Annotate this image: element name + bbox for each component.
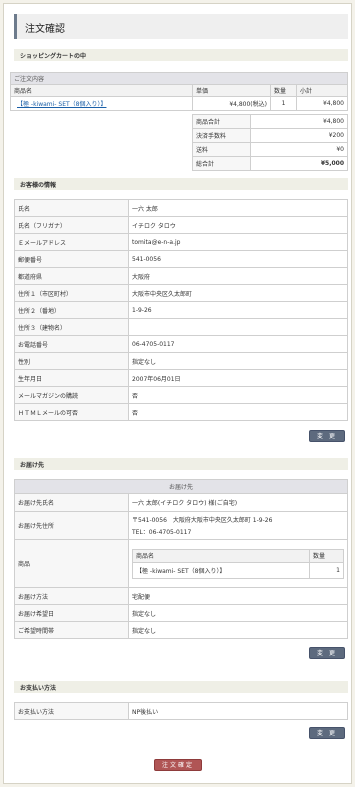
delivery-goods-label: 商品 [14,539,129,588]
customer-label: 住所２（番地） [14,301,129,319]
grand-total-label: 総合計 [192,156,251,171]
payment-section-title: お支払い方法 [20,685,57,692]
cart-item-price: ¥4,800(税込) [192,96,271,111]
customer-table: 氏名 一六 太郎 氏名（フリガナ） イチロク タロウ Ｅメールアドレス tomita@… [14,199,348,421]
customer-value: 否 [128,403,348,421]
total-shipping-label: 送料 [192,142,251,157]
customer-label: ＨＴＭＬメールの可否 [14,403,129,421]
goods-header-qty: 数量 [309,548,344,563]
customer-label: 住所１（市区町村） [14,284,129,302]
customer-label: 郵便番号 [14,250,129,268]
customer-label: 生年月日 [14,369,129,387]
page-container: 注文確認 ショッピングカートの中 ご注文内容 商品名 単価 数量 小計 【極 -… [3,3,352,784]
customer-section-header: お客様の情報 [14,178,348,190]
customer-value: イチロク タロウ [128,216,348,234]
cart-caption: ご注文内容 [10,72,348,85]
total-fee-label: 決済手数料 [192,128,251,143]
delivery-section-title: お届け先 [20,462,45,469]
delivery-date-value: 指定なし [128,604,348,622]
cart-section-title: ショッピングカートの中 [20,53,87,60]
payment-value: NP後払い [128,702,348,720]
page-title-bar: 注文確認 [14,14,348,39]
cart-header-qty: 数量 [270,84,297,97]
cart-header-subtotal: 小計 [296,84,348,97]
customer-value: 541-0056 [128,250,348,268]
goods-item-name: 【極 -kiwami- SET（8個入り）】 [132,561,310,579]
grand-total-value: ¥5,000 [250,156,348,171]
cart-header-price: 単価 [192,84,271,97]
customer-label: Ｅメールアドレス [14,233,129,251]
customer-value: tomita@e-n-a.jp [128,233,348,251]
customer-label: 都道府県 [14,267,129,285]
total-goods-value: ¥4,800 [250,114,348,129]
customer-value: 大阪府 [128,267,348,285]
goods-item-row: 【極 -kiwami- SET（8個入り）】 1 [132,561,344,579]
goods-item-qty: 1 [309,561,344,579]
payment-change-button[interactable]: 変 更 [309,727,345,739]
delivery-address-label: お届け先住所 [14,511,129,540]
total-goods-label: 商品合計 [192,114,251,129]
customer-label: 氏名 [14,199,129,217]
customer-section-title: お客様の情報 [20,182,57,189]
cart-header-name: 商品名 [10,84,193,97]
cart-item-subtotal: ¥4,800 [296,96,348,111]
delivery-method-value: 宅配便 [128,587,348,605]
delivery-method-label: お届け方法 [14,587,129,605]
delivery-address-line1: 〒541-0056 大阪府大阪市中央区久太郎町 1-9-26 [132,517,273,524]
total-fee-value: ¥200 [250,128,348,143]
customer-label: メールマガジンの購読 [14,386,129,404]
customer-value: 指定なし [128,352,348,370]
cart-item-row: 【極 -kiwami- SET（8個入り）】 ¥4,800(税込) 1 ¥4,8… [10,96,348,111]
customer-label: 氏名（フリガナ） [14,216,129,234]
customer-value: 2007年06月01日 [128,369,348,387]
delivery-table: お届け先 お届け先氏名 一六 太郎(イチロク タロウ) 様(ご自宅) お届け先住… [14,479,348,639]
delivery-goods-table: 商品名 数量 【極 -kiwami- SET（8個入り）】 1 [132,548,344,579]
cart-totals-table: 商品合計 ¥4,800 決済手数料 ¥200 送料 ¥0 総合計 ¥5,000 [192,114,348,171]
delivery-time-value: 指定なし [128,621,348,639]
customer-change-button[interactable]: 変 更 [309,430,345,442]
payment-label: お支払い方法 [14,702,129,720]
customer-value: 大阪市中央区久太郎町 [128,284,348,302]
delivery-name-label: お届け先氏名 [14,493,129,512]
customer-label: 性別 [14,352,129,370]
total-shipping-value: ¥0 [250,142,348,157]
customer-value [128,318,348,336]
delivery-caption: お届け先 [14,479,348,494]
delivery-section-header: お届け先 [14,458,348,470]
payment-section-header: お支払い方法 [14,681,348,693]
cart-item-link[interactable]: 【極 -kiwami- SET（8個入り）】 [17,101,106,108]
delivery-address-cell: 〒541-0056 大阪府大阪市中央区久太郎町 1-9-26 TEL：06-47… [128,511,348,540]
customer-value: 1-9-26 [128,301,348,319]
cart-table: ご注文内容 商品名 単価 数量 小計 【極 -kiwami- SET（8個入り）… [10,72,348,111]
delivery-date-label: お届け希望日 [14,604,129,622]
delivery-time-label: ご希望時間帯 [14,621,129,639]
customer-value: 否 [128,386,348,404]
confirm-order-button[interactable]: 注文確定 [154,759,202,771]
delivery-change-button[interactable]: 変 更 [309,647,345,659]
cart-item-qty: 1 [270,96,297,111]
payment-table: お支払い方法 NP後払い [14,702,348,720]
goods-header-name: 商品名 [132,548,310,563]
customer-value: 06-4705-0117 [128,335,348,353]
delivery-name-value: 一六 太郎(イチロク タロウ) 様(ご自宅) [128,493,348,512]
delivery-goods-cell: 商品名 数量 【極 -kiwami- SET（8個入り）】 1 [128,539,348,588]
customer-label: 住所３（建物名） [14,318,129,336]
cart-section-header: ショッピングカートの中 [14,49,348,61]
customer-label: お電話番号 [14,335,129,353]
page-title: 注文確認 [25,24,65,35]
delivery-address-line2: TEL：06-4705-0117 [132,529,192,536]
customer-value: 一六 太郎 [128,199,348,217]
